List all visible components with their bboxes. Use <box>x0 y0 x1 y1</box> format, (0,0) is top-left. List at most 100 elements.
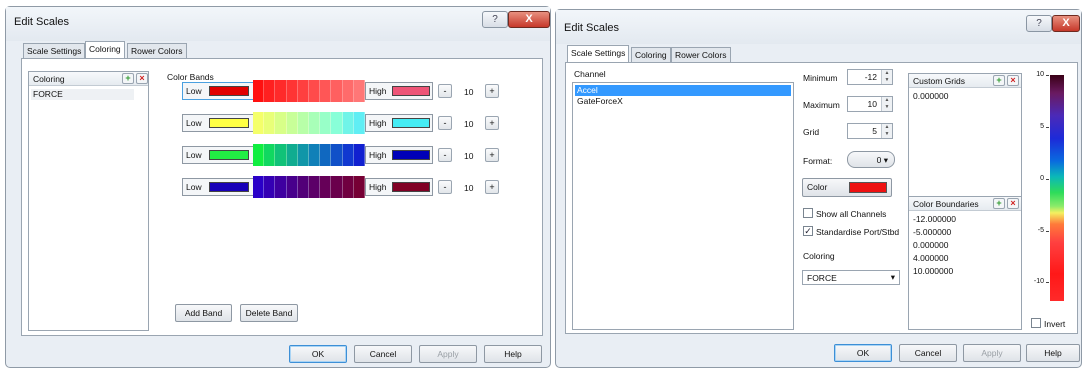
left-apply-button[interactable]: Apply <box>419 345 477 363</box>
remove-custom-grid-icon[interactable]: × <box>1007 75 1019 86</box>
color-boundary-item[interactable]: 10.000000 <box>911 266 1019 277</box>
band-gradient-step <box>309 144 321 166</box>
left-cancel-button[interactable]: Cancel <box>354 345 412 363</box>
coloring-dropdown-value: FORCE <box>807 273 837 283</box>
band-high-button[interactable]: High <box>365 146 433 164</box>
band-high-button[interactable]: High <box>365 82 433 100</box>
right-help-button[interactable]: Help <box>1026 344 1080 362</box>
standardise-label: Standardise Port/Stbd <box>816 227 900 237</box>
grid-spinner-arrows-icon[interactable]: ▲ ▼ <box>881 124 892 138</box>
coloring-dropdown-arrow-icon: ▾ <box>890 272 895 282</box>
left-tab-scale-settings[interactable]: Scale Settings <box>23 43 86 58</box>
left-ok-button[interactable]: OK <box>289 345 347 363</box>
band-decrease-button[interactable]: - <box>438 148 452 162</box>
left-tab-rower-colors[interactable]: Rower Colors <box>127 43 187 58</box>
band-gradient-step <box>309 112 321 134</box>
band-increase-button[interactable]: + <box>485 180 499 194</box>
band-increase-button[interactable]: + <box>485 84 499 98</box>
right-window-title: Edit Scales <box>564 22 620 34</box>
show-all-channels-checkbox[interactable] <box>803 208 813 218</box>
remove-coloring-icon[interactable]: × <box>136 73 148 84</box>
band-gradient-step <box>353 176 365 198</box>
band-gradient-step <box>320 144 332 166</box>
band-low-button[interactable]: Low <box>182 178 254 196</box>
coloring-item-force[interactable]: FORCE <box>31 89 134 100</box>
custom-grid-item[interactable]: 0.000000 <box>911 91 1019 102</box>
band-gradient-step <box>253 80 265 102</box>
right-close-icon[interactable]: X <box>1052 15 1080 32</box>
minimum-value: -12 <box>864 72 877 82</box>
color-bands-label: Color Bands <box>167 72 214 82</box>
band-increase-button[interactable]: + <box>485 116 499 130</box>
color-boundary-item[interactable]: 4.000000 <box>911 253 1019 264</box>
invert-checkbox[interactable] <box>1031 318 1041 328</box>
maximum-spinner-arrows-icon[interactable]: ▲ ▼ <box>881 97 892 111</box>
color-boundary-item[interactable]: -5.000000 <box>911 227 1019 238</box>
left-edit-scales-dialog: Edit Scales ? X Scale Settings Coloring … <box>5 6 551 368</box>
coloring-label: Coloring <box>803 251 835 261</box>
band-high-button[interactable]: High <box>365 178 433 196</box>
band-high-button[interactable]: High <box>365 114 433 132</box>
format-dropdown[interactable]: 0 ▾ <box>847 151 895 168</box>
add-custom-grid-icon[interactable]: + <box>993 75 1005 86</box>
right-ok-button[interactable]: OK <box>834 344 892 362</box>
channel-item-accel[interactable]: Accel <box>575 85 791 96</box>
standardise-checkbox[interactable]: ✓ <box>803 226 813 236</box>
format-label: Format: <box>803 156 833 166</box>
band-step-count: 10 <box>464 119 474 129</box>
band-low-label: Low <box>186 86 202 96</box>
coloring-dropdown[interactable]: FORCE ▾ <box>802 270 900 285</box>
band-gradient-step <box>353 80 365 102</box>
band-low-label: Low <box>186 182 202 192</box>
right-cancel-button[interactable]: Cancel <box>899 344 957 362</box>
band-gradient-step <box>253 112 265 134</box>
band-gradient-step <box>297 80 309 102</box>
right-help-icon[interactable]: ? <box>1026 15 1052 32</box>
minimum-spinner-arrows-icon[interactable]: ▲ ▼ <box>881 70 892 84</box>
band-gradient-step <box>297 144 309 166</box>
band-gradient-step <box>297 176 309 198</box>
right-edit-scales-dialog: Edit Scales ? X Scale Settings Coloring … <box>555 9 1082 368</box>
color-boundary-item[interactable]: 0.000000 <box>911 240 1019 251</box>
right-scale-settings-panel: Channel Accel GateForceX Minimum -12 ▲ ▼ M… <box>565 62 1078 334</box>
grid-spinner[interactable]: 5 ▲ ▼ <box>847 123 893 139</box>
band-low-button[interactable]: Low <box>182 114 254 132</box>
band-high-swatch <box>392 86 430 96</box>
color-boundary-item[interactable]: -12.000000 <box>911 214 1019 225</box>
coloring-header-label: Coloring <box>33 74 65 84</box>
channel-label: Channel <box>574 69 606 79</box>
scale-tick-mark <box>1046 127 1049 128</box>
delete-band-button[interactable]: Delete Band <box>240 304 298 322</box>
color-button[interactable]: Color <box>802 178 892 197</box>
right-tab-coloring[interactable]: Coloring <box>631 47 671 62</box>
left-help-button[interactable]: Help <box>484 345 542 363</box>
minimum-spinner[interactable]: -12 ▲ ▼ <box>847 69 893 85</box>
maximum-spinner[interactable]: 10 ▲ ▼ <box>847 96 893 112</box>
band-low-button[interactable]: Low <box>182 146 254 164</box>
maximum-value: 10 <box>867 99 877 109</box>
channel-item-gateforcex[interactable]: GateForceX <box>575 96 791 107</box>
band-high-label: High <box>369 150 387 160</box>
left-tab-coloring[interactable]: Coloring <box>85 41 125 58</box>
band-low-button[interactable]: Low <box>182 82 254 100</box>
band-gradient-step <box>309 80 321 102</box>
add-coloring-icon[interactable]: + <box>122 73 134 84</box>
band-decrease-button[interactable]: - <box>438 180 452 194</box>
band-decrease-button[interactable]: - <box>438 116 452 130</box>
remove-color-boundary-icon[interactable]: × <box>1007 198 1019 209</box>
band-increase-button[interactable]: + <box>485 148 499 162</box>
band-high-label: High <box>369 118 387 128</box>
left-help-icon[interactable]: ? <box>482 11 508 28</box>
add-color-boundary-icon[interactable]: + <box>993 198 1005 209</box>
right-tab-rower-colors[interactable]: Rower Colors <box>671 47 731 62</box>
left-close-icon[interactable]: X <box>508 11 550 28</box>
band-decrease-button[interactable]: - <box>438 84 452 98</box>
band-gradient-step <box>275 176 287 198</box>
right-tab-scale-settings[interactable]: Scale Settings <box>567 45 630 62</box>
color-scale-bar <box>1050 75 1064 301</box>
right-apply-button[interactable]: Apply <box>963 344 1021 362</box>
add-band-button[interactable]: Add Band <box>175 304 232 322</box>
band-high-swatch <box>392 150 430 160</box>
scale-tick-label: 5 <box>1040 123 1044 130</box>
band-gradient-step <box>264 112 276 134</box>
